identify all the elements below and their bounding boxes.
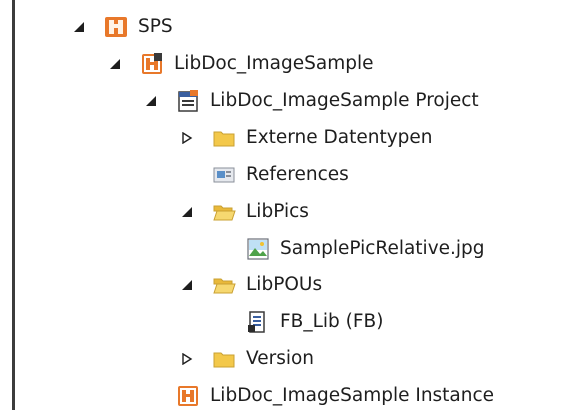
tree-item-label: LibPics bbox=[246, 201, 309, 222]
tree-item-libdoc-imagesample[interactable]: LibDoc_ImageSample bbox=[108, 49, 373, 79]
collapsed-arrow-icon[interactable] bbox=[180, 352, 194, 366]
tree-item-label: References bbox=[246, 164, 349, 185]
project-icon bbox=[176, 89, 200, 113]
tree-item-libdoc-imagesample-project[interactable]: LibDoc_ImageSample Project bbox=[144, 86, 479, 116]
tree-item-label: LibDoc_ImageSample bbox=[174, 53, 374, 74]
tree-item-references[interactable]: References bbox=[180, 160, 349, 190]
image-file-icon bbox=[246, 237, 270, 261]
tree-item-fb-lib[interactable]: FB_Lib (FB) bbox=[214, 307, 383, 337]
tree-item-label: LibDoc_ImageSample Instance bbox=[210, 385, 495, 406]
plc-instance-icon bbox=[176, 384, 200, 408]
expanded-arrow-icon[interactable] bbox=[180, 278, 194, 292]
tree-item-externe-datentypen[interactable]: Externe Datentypen bbox=[180, 123, 433, 153]
plc-project-icon bbox=[140, 52, 164, 76]
tree-item-version[interactable]: Version bbox=[180, 344, 314, 374]
expanded-arrow-icon[interactable] bbox=[180, 205, 194, 219]
folder-icon bbox=[212, 347, 236, 371]
expanded-arrow-icon[interactable] bbox=[108, 57, 122, 71]
tree-item-label: LibPOUs bbox=[246, 274, 323, 295]
tree-item-samplepicrelative[interactable]: SamplePicRelative.jpg bbox=[214, 234, 485, 264]
tree-item-label: FB_Lib (FB) bbox=[280, 311, 384, 332]
tree-item-libdoc-imagesample-instance[interactable]: LibDoc_ImageSample Instance bbox=[144, 381, 494, 411]
tree-item-libpics[interactable]: LibPics bbox=[180, 197, 309, 227]
collapsed-arrow-icon[interactable] bbox=[180, 131, 194, 145]
folder-open-icon bbox=[212, 200, 236, 224]
folder-icon bbox=[212, 126, 236, 150]
tree-item-label: SamplePicRelative.jpg bbox=[280, 238, 485, 259]
references-icon bbox=[212, 163, 236, 187]
expanded-arrow-icon[interactable] bbox=[144, 94, 158, 108]
tree-item-sps[interactable]: SPS bbox=[72, 12, 173, 42]
function-block-icon bbox=[246, 310, 270, 334]
tree-item-label: LibDoc_ImageSample Project bbox=[210, 90, 479, 111]
tree-item-label: Version bbox=[246, 348, 315, 369]
tree-item-label: Externe Datentypen bbox=[246, 127, 433, 148]
solution-explorer-tree: SPS LibDoc_ImageSample LibDoc_ImageSampl… bbox=[0, 0, 581, 410]
expanded-arrow-icon[interactable] bbox=[72, 20, 86, 34]
tree-item-libpous[interactable]: LibPOUs bbox=[180, 270, 322, 300]
plc-icon bbox=[104, 15, 128, 39]
tree-item-label: SPS bbox=[138, 16, 173, 37]
folder-open-icon bbox=[212, 273, 236, 297]
